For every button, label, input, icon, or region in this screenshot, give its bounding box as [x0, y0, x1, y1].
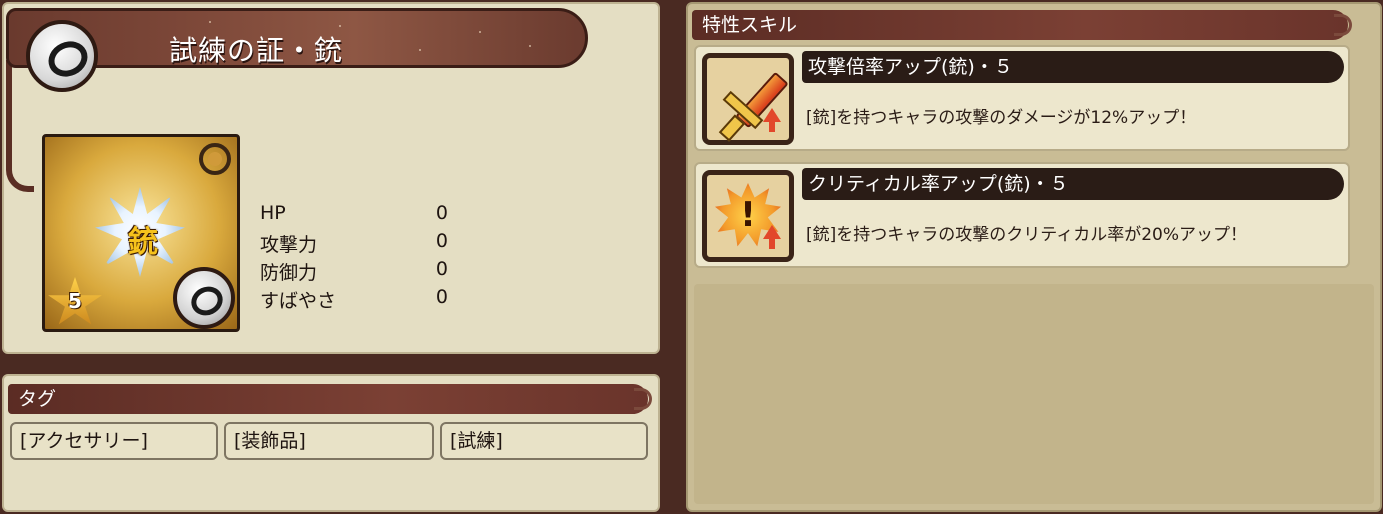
item-name: 試練の証・銃 [169, 34, 344, 67]
stat-row-attack: 攻撃力 0 [260, 230, 460, 258]
stat-value: 0 [435, 258, 448, 280]
tag-chip[interactable]: [装飾品] [224, 422, 434, 460]
skill-name: 攻撃倍率アップ(銃)・５ [802, 51, 1344, 83]
stats-list: HP 0 攻撃力 0 防御力 0 すばやさ 0 [260, 202, 460, 314]
ring-icon [173, 267, 235, 329]
tag-label: [試練] [450, 430, 503, 452]
stat-label: 攻撃力 [260, 234, 318, 256]
tag-header: タグ [8, 384, 652, 414]
rarity-number: 5 [68, 289, 82, 313]
stat-label: すばやさ [260, 290, 337, 312]
critical-up-icon: ! [702, 170, 794, 262]
tag-chip[interactable]: [アクセサリー] [10, 422, 218, 460]
item-card[interactable]: 銃 5 [42, 134, 240, 332]
banner-ornament [6, 60, 34, 192]
stat-row-hp: HP 0 [260, 202, 460, 230]
skill-card[interactable]: ! クリティカル率アップ(銃)・５ [銃]を持つキャラの攻撃のクリティカル率が2… [694, 162, 1350, 268]
ring-icon [26, 20, 98, 92]
stat-row-defense: 防御力 0 [260, 258, 460, 286]
skill-card[interactable]: 攻撃倍率アップ(銃)・５ [銃]を持つキャラの攻撃のダメージが12%アップ！ [694, 45, 1350, 151]
stat-value: 0 [435, 286, 448, 308]
skill-description: [銃]を持つキャラの攻撃のクリティカル率が20%アップ！ [806, 225, 1248, 245]
skill-description: [銃]を持つキャラの攻撃のダメージが12%アップ！ [806, 108, 1197, 128]
tag-chip[interactable]: [試練] [440, 422, 648, 460]
stat-value: 0 [435, 230, 448, 252]
skills-header-label: 特性スキル [702, 14, 798, 36]
swirl-icon [199, 143, 231, 175]
tag-header-label: タグ [18, 388, 57, 410]
stat-label: 防御力 [260, 262, 318, 284]
skill-name: クリティカル率アップ(銃)・５ [802, 168, 1344, 200]
skills-header: 特性スキル [692, 10, 1352, 40]
tag-label: [装飾品] [234, 430, 306, 452]
tag-label: [アクセサリー] [20, 430, 148, 452]
item-kanji: 銃 [128, 225, 158, 260]
sword-up-icon [702, 53, 794, 145]
stat-label: HP [260, 202, 286, 224]
stat-value: 0 [435, 202, 448, 224]
stat-row-speed: すばやさ 0 [260, 286, 460, 314]
